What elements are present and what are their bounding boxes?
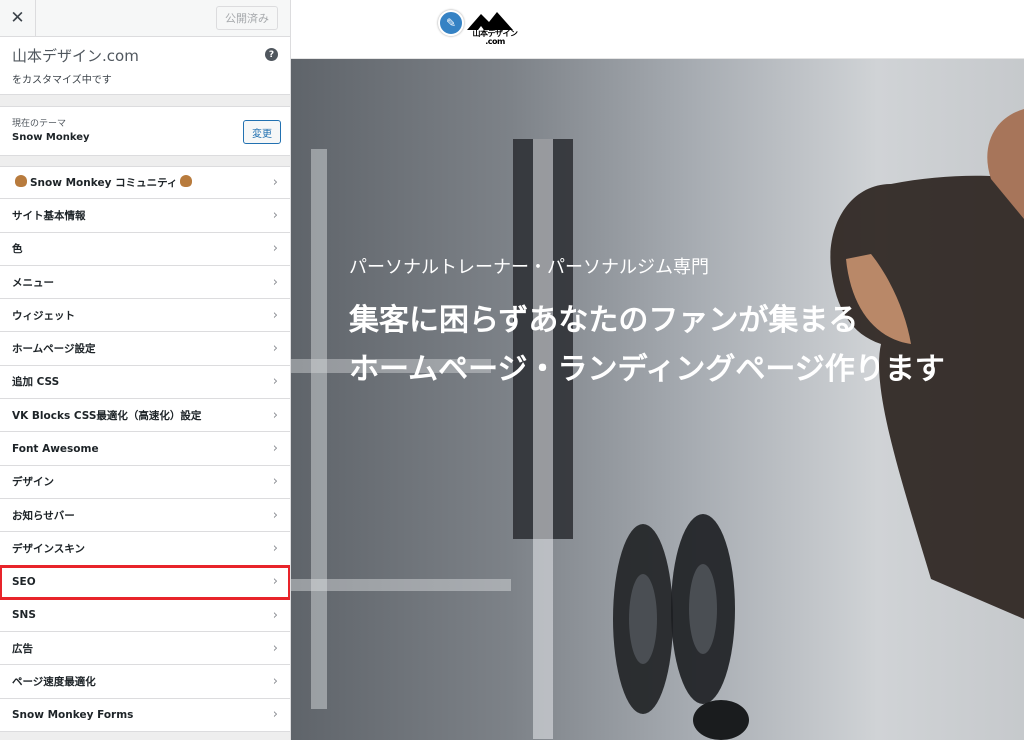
menu-item-ads[interactable]: 広告 › [0,632,290,666]
chevron-right-icon: › [272,607,278,623]
menu-item-widgets[interactable]: ウィジェット › [0,299,290,333]
menu-item-snow-monkey-forms[interactable]: Snow Monkey Forms › [0,698,290,733]
menu-item-design[interactable]: デザイン › [0,465,290,499]
menu-item-colors[interactable]: 色 › [0,232,290,266]
menu-item-label: 追加 CSS [12,376,60,389]
menu-item-community[interactable]: Snow Monkey コミュニティ › [0,166,290,200]
squirrel-icon [180,175,193,188]
customizer-sidebar: ✕ 公開済み 山本デザイン.com をカスタマイズ中です ? 現在のテーマ Sn… [0,0,291,740]
chevron-right-icon: › [272,241,278,257]
chevron-right-icon: › [272,640,278,656]
customizer-topbar: ✕ 公開済み [0,0,290,37]
chevron-right-icon: › [272,175,278,191]
chevron-right-icon: › [272,674,278,690]
menu-item-label: お知らせバー [12,509,75,522]
change-theme-button[interactable]: 変更 [243,120,281,144]
customizer-menu: Snow Monkey コミュニティ › サイト基本情報 › 色 › メニュー › ウ… [0,166,290,733]
logo-domain: .com [485,37,505,46]
menu-item-label-wrap: Snow Monkey コミュニティ [12,175,195,190]
menu-item-site-identity[interactable]: サイト基本情報 › [0,199,290,233]
chevron-right-icon: › [272,574,278,590]
theme-name: Snow Monkey [12,132,90,143]
menu-item-label: VK Blocks CSS最適化（高速化）設定 [12,409,202,422]
menu-item-sns[interactable]: SNS › [0,598,290,633]
chevron-right-icon: › [272,341,278,357]
menu-item-menus[interactable]: メニュー › [0,265,290,300]
menu-item-font-awesome[interactable]: Font Awesome › [0,432,290,466]
chevron-right-icon: › [272,507,278,523]
menu-item-vk-blocks-css[interactable]: VK Blocks CSS最適化（高速化）設定 › [0,399,290,433]
customizing-caption: をカスタマイズ中です [12,75,112,86]
close-icon[interactable]: ✕ [0,0,36,36]
theme-label: 現在のテーマ [12,119,67,129]
menu-item-label: Snow Monkey コミュニティ [30,177,178,190]
site-title: 山本デザイン.com [12,47,139,65]
menu-item-page-speed[interactable]: ページ速度最適化 › [0,665,290,699]
chevron-right-icon: › [272,707,278,723]
hero-heading-line2: ホームページ・ランディングページ作ります [349,352,945,387]
site-preview: ✎ 山本デザイン .com パーソナルトレーナー・パーソナルジム専門 集客に困ら… [291,0,1024,740]
hero-heading-line1: 集客に困らずあなたのファンが集まる [349,303,859,338]
menu-item-label: メニュー [12,276,54,289]
chevron-right-icon: › [272,441,278,457]
menu-item-label: 色 [12,243,23,256]
chevron-right-icon: › [272,540,278,556]
chevron-right-icon: › [272,374,278,390]
site-header: ✎ 山本デザイン .com [291,0,1024,59]
gym-background-image [291,109,1024,740]
hero-tagline: パーソナルトレーナー・パーソナルジム専門 [349,257,709,278]
menu-item-label: デザイン [12,476,54,489]
menu-item-label: Snow Monkey Forms [12,708,134,721]
help-icon[interactable]: ? [265,48,278,61]
menu-item-design-skin[interactable]: デザインスキン › [0,532,290,566]
menu-item-label: ウィジェット [12,309,75,322]
squirrel-icon [15,175,27,188]
menu-item-label: デザインスキン [12,542,85,555]
menu-item-label: 広告 [12,642,33,655]
chevron-right-icon: › [272,207,278,223]
menu-item-homepage-settings[interactable]: ホームページ設定 › [0,332,290,366]
menu-item-label: SEO [12,575,36,588]
logo-text: 山本デザイン .com [463,30,527,46]
site-info: 山本デザイン.com をカスタマイズ中です ? [0,37,290,95]
menu-item-label: サイト基本情報 [12,209,86,222]
menu-item-seo[interactable]: SEO › [0,564,290,600]
menu-item-label: SNS [12,609,36,621]
hero-section: パーソナルトレーナー・パーソナルジム専門 集客に困らずあなたのファンが集まる ホ… [291,59,1024,740]
menu-item-label: ホームページ設定 [12,343,96,356]
menu-item-additional-css[interactable]: 追加 CSS › [0,365,290,400]
chevron-right-icon: › [272,307,278,323]
active-theme-panel: 現在のテーマ Snow Monkey 変更 [0,106,290,156]
chevron-right-icon: › [272,407,278,423]
chevron-right-icon: › [272,474,278,490]
menu-item-label: ページ速度最適化 [12,676,96,689]
menu-item-label: Font Awesome [12,442,99,455]
menu-item-info-bar[interactable]: お知らせバー › [0,498,290,533]
publish-button[interactable]: 公開済み [216,6,278,30]
chevron-right-icon: › [272,274,278,290]
